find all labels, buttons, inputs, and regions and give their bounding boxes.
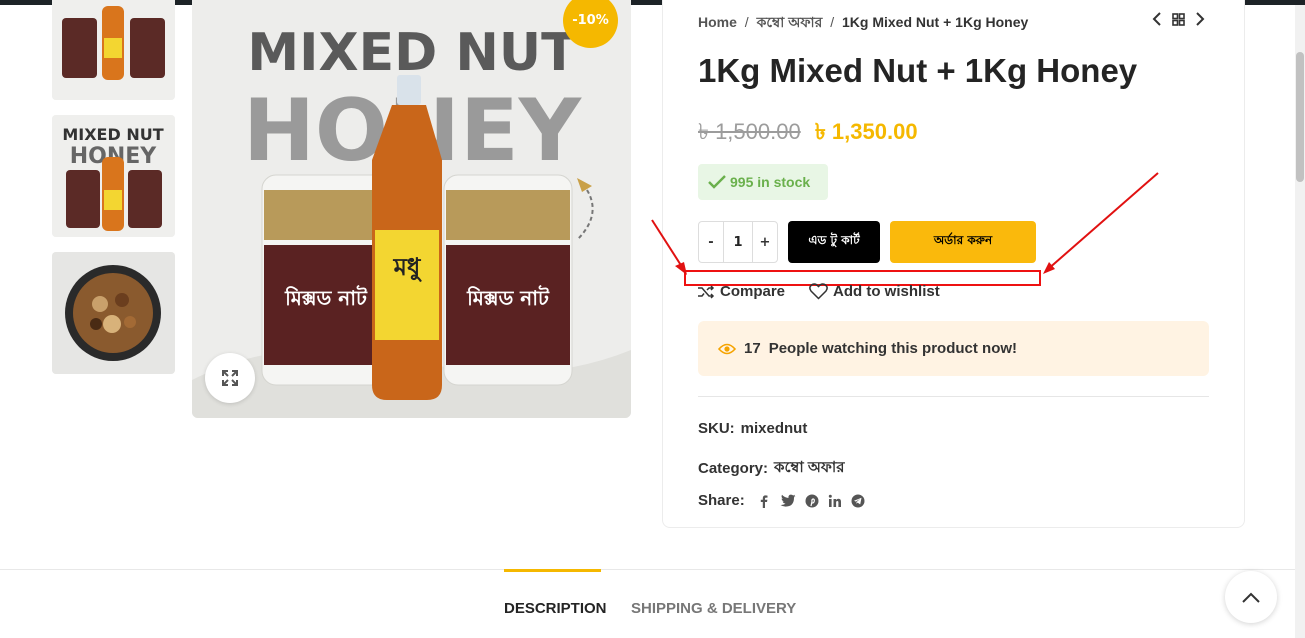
jar-label-right: মিক্সড নাট (466, 285, 550, 310)
order-now-button[interactable]: অর্ডার করুন (890, 221, 1036, 263)
grid-icon[interactable] (1172, 12, 1185, 26)
category-label: Category: (698, 460, 769, 477)
sku-row: SKU: mixednut (698, 420, 807, 437)
product-actions: Compare Add to wishlist (697, 283, 940, 300)
qty-input[interactable]: 1 (723, 222, 753, 262)
category-row: Category: কম্বো অফার (698, 456, 844, 481)
scroll-to-top-button[interactable] (1225, 571, 1277, 623)
watching-count: 17 (744, 340, 761, 357)
watching-notice: 17 People watching this product now! (698, 321, 1209, 376)
scrollbar-thumb[interactable] (1296, 52, 1304, 182)
jar-label-left: মিক্সড নাট (284, 285, 368, 310)
wishlist-label: Add to wishlist (833, 283, 940, 300)
qty-minus-button[interactable]: - (699, 222, 723, 262)
scrollbar[interactable] (1295, 5, 1305, 638)
category-value[interactable]: কম্বো অফার (774, 456, 844, 481)
quantity-stepper: - 1 + (698, 221, 778, 263)
product-main-image[interactable]: MIXED NUT HONEY মিক্সড নাট মিক্সড নাট মধ… (192, 0, 631, 418)
breadcrumb-home[interactable]: Home (698, 14, 737, 30)
check-icon (708, 175, 726, 189)
breadcrumb-current: 1Kg Mixed Nut + 1Kg Honey (841, 14, 1029, 30)
product-title: 1Kg Mixed Nut + 1Kg Honey (698, 52, 1138, 89)
active-tab-indicator (504, 569, 601, 572)
compare-label: Compare (720, 283, 786, 300)
wishlist-link[interactable]: Add to wishlist (809, 283, 940, 300)
breadcrumb-category[interactable]: কম্বো অফার (757, 14, 823, 30)
compare-link[interactable]: Compare (697, 283, 785, 300)
twitter-icon[interactable] (780, 494, 796, 508)
share-label: Share: (698, 492, 745, 509)
sku-value: mixednut (740, 420, 808, 437)
share-row: Share: (698, 492, 865, 509)
tab-shipping-delivery[interactable]: SHIPPING & DELIVERY (631, 600, 796, 617)
chevron-left-icon[interactable] (1152, 12, 1162, 26)
tabs-divider (0, 569, 1295, 570)
svg-text:MIXED NUT: MIXED NUT (62, 125, 163, 144)
thumbnail-1[interactable] (52, 0, 175, 100)
heart-icon (809, 283, 828, 300)
product-navigation (1152, 12, 1205, 26)
watching-text: People watching this product now! (768, 340, 1018, 357)
qty-plus-button[interactable]: + (753, 222, 777, 262)
sku-label: SKU: (698, 420, 735, 437)
telegram-icon[interactable] (851, 494, 865, 508)
stock-text: 995 in stock (730, 174, 811, 190)
thumbnail-2[interactable]: MIXED NUT HONEY (52, 115, 175, 237)
eye-icon (718, 343, 736, 354)
add-to-cart-button[interactable]: এড টু কার্ট (788, 221, 880, 263)
breadcrumb: Home / কম্বো অফার / 1Kg Mixed Nut + 1Kg … (698, 14, 1029, 30)
thumbnail-3[interactable] (52, 252, 175, 374)
bottle-label: মধু (393, 253, 423, 282)
product-price: ৳ 1,500.00 ৳ 1,350.00 (698, 115, 918, 152)
chevron-right-icon[interactable] (1195, 12, 1205, 26)
divider (698, 396, 1209, 397)
linkedin-icon[interactable] (828, 494, 842, 508)
image-headline-1: MIXED NUT (247, 23, 577, 83)
facebook-icon[interactable] (757, 494, 771, 508)
stock-badge: 995 in stock (698, 164, 828, 200)
price-old: ৳ 1,500.00 (698, 119, 801, 144)
expand-icon (222, 370, 238, 386)
zoom-button[interactable] (205, 353, 255, 403)
chevron-up-icon (1242, 592, 1260, 603)
price-new: ৳ 1,350.00 (814, 119, 918, 144)
pinterest-icon[interactable] (805, 494, 819, 508)
tab-description[interactable]: DESCRIPTION (504, 600, 607, 617)
compare-icon (698, 284, 715, 299)
